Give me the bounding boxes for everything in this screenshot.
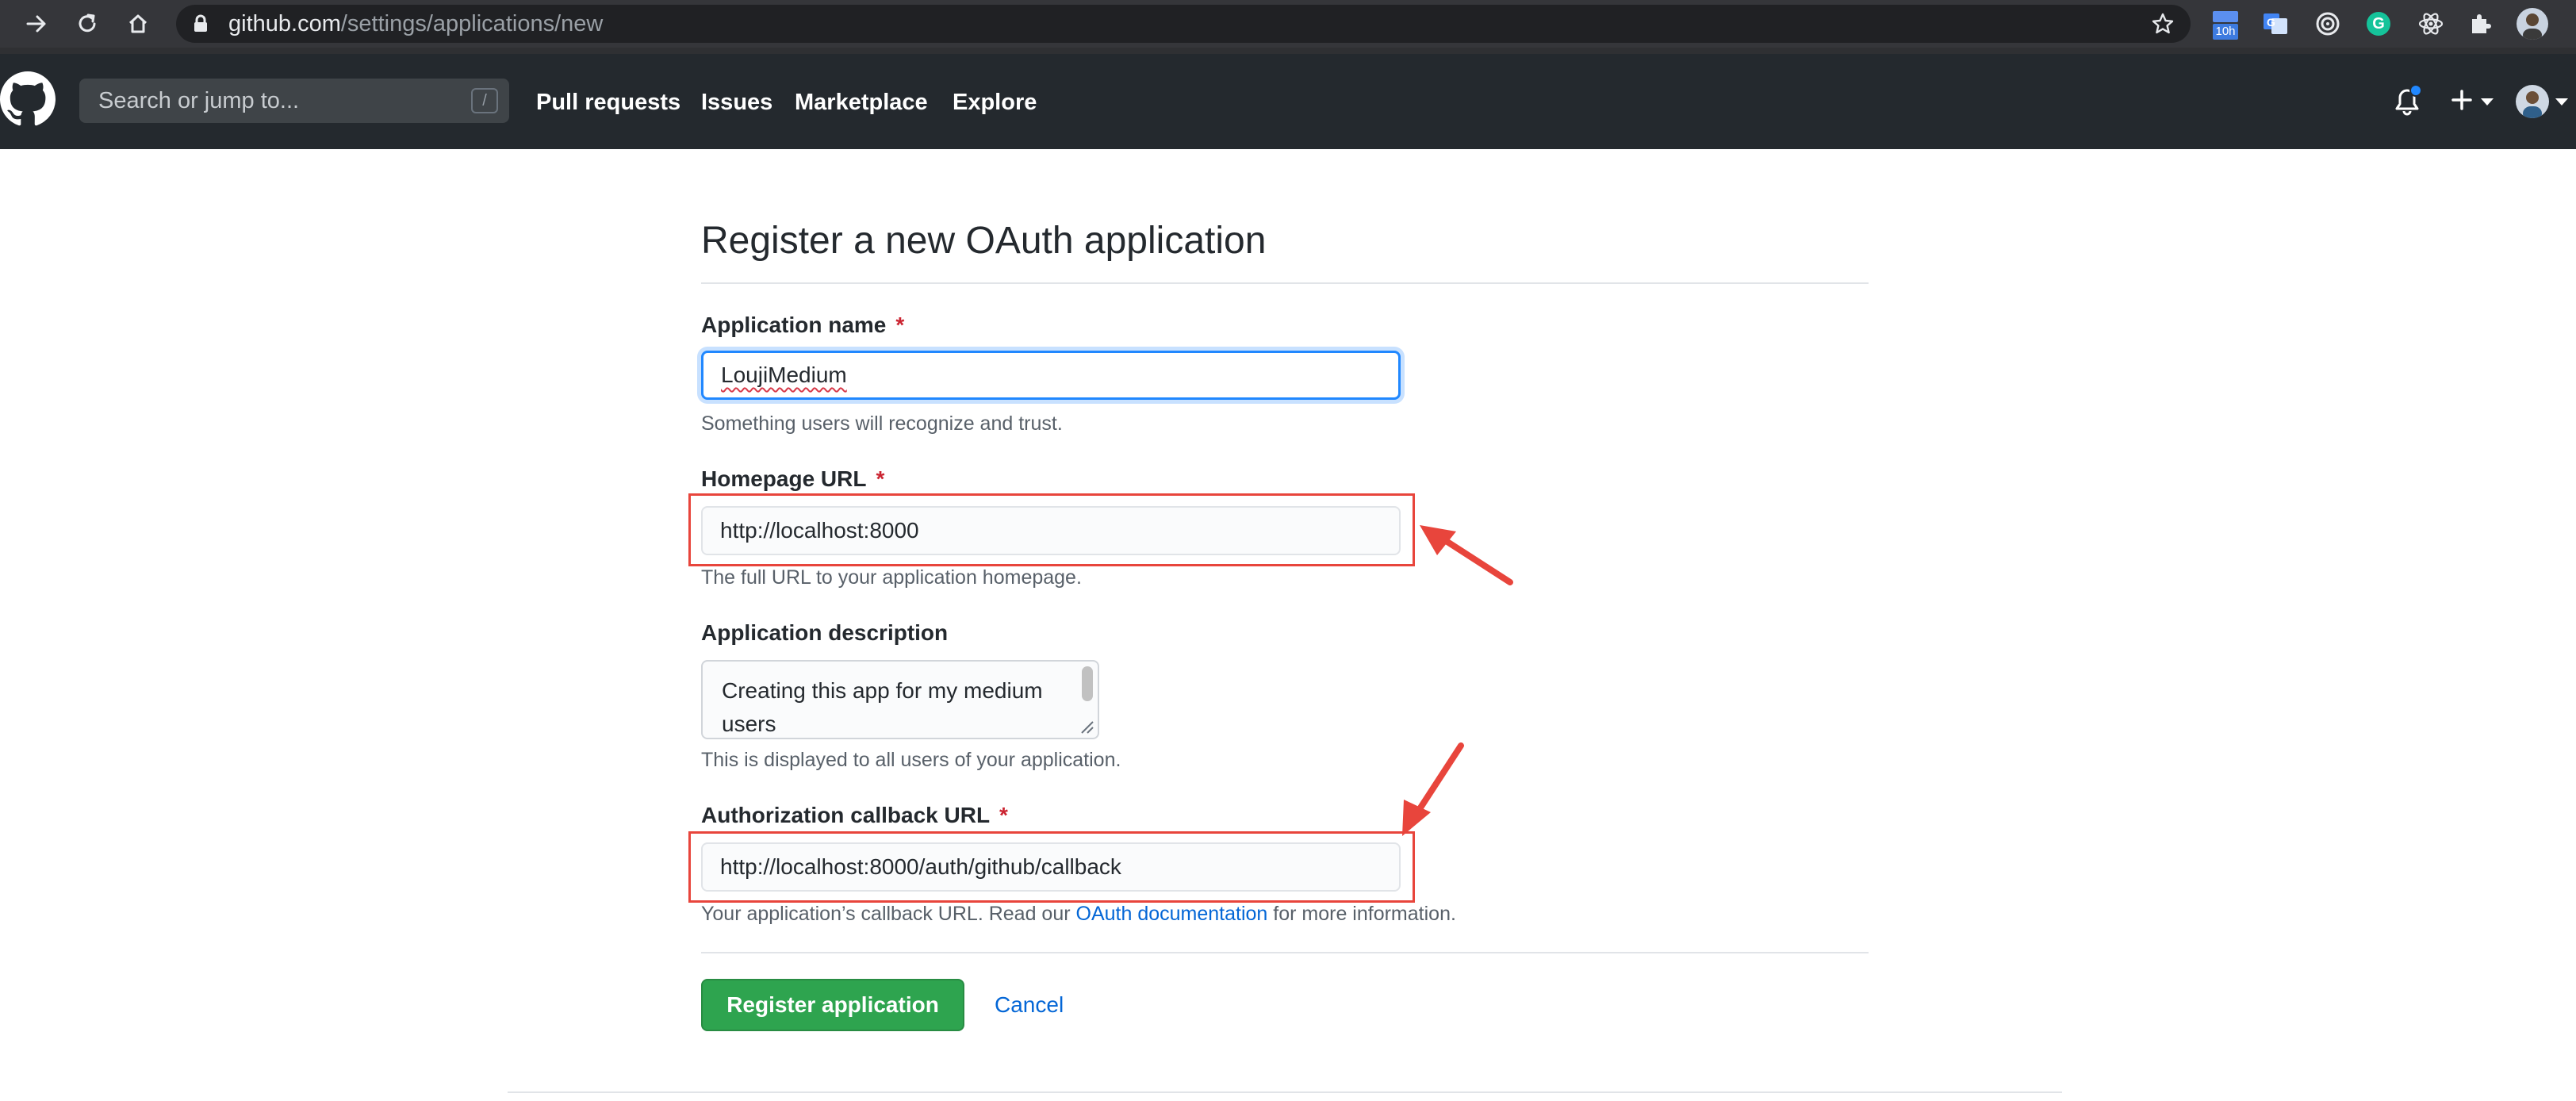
form-divider bbox=[701, 952, 1869, 953]
extension-grammarly-icon[interactable]: G bbox=[2362, 7, 2395, 40]
search-shortcut-key: / bbox=[471, 88, 498, 113]
app-description-label: Application description bbox=[701, 620, 949, 645]
homepage-url-hint: The full URL to your application homepag… bbox=[701, 566, 1082, 589]
browser-toolbar: github.com/settings/applications/new 10h… bbox=[0, 0, 2576, 48]
github-logo-icon[interactable] bbox=[0, 71, 56, 127]
footer-divider bbox=[508, 1091, 2062, 1093]
svg-text:G: G bbox=[2267, 16, 2275, 29]
resize-handle-icon[interactable] bbox=[1077, 717, 1094, 735]
avatar bbox=[2516, 85, 2549, 118]
search-placeholder: Search or jump to... bbox=[98, 88, 300, 113]
nav-pull-requests[interactable]: Pull requests bbox=[536, 54, 680, 149]
cancel-link[interactable]: Cancel bbox=[995, 979, 1064, 1031]
oauth-documentation-link[interactable]: OAuth documentation bbox=[1076, 903, 1268, 925]
extensions-puzzle-icon[interactable] bbox=[2463, 7, 2497, 40]
address-url: github.com/settings/applications/new bbox=[228, 11, 604, 36]
arrow-annotation bbox=[1420, 525, 1513, 585]
callback-url-label: Authorization callback URL * bbox=[701, 803, 1008, 827]
app-name-hint: Something users will recognize and trust… bbox=[701, 412, 1063, 435]
notification-indicator bbox=[2409, 84, 2422, 97]
extension-react-icon[interactable] bbox=[2414, 7, 2448, 40]
caret-down-icon bbox=[2481, 98, 2494, 105]
nav-marketplace[interactable]: Marketplace bbox=[795, 54, 928, 149]
create-new-button[interactable] bbox=[2451, 54, 2498, 149]
app-description-textarea[interactable]: Creating this app for my medium users bbox=[701, 660, 1099, 739]
callback-url-hint: Your application’s callback URL. Read ou… bbox=[701, 903, 1456, 925]
register-application-button[interactable]: Register application bbox=[701, 979, 964, 1031]
app-name-label: Application name * bbox=[701, 313, 905, 337]
caret-down-icon bbox=[2555, 98, 2568, 105]
lock-icon bbox=[192, 14, 209, 37]
app-description-hint: This is displayed to all users of your a… bbox=[701, 749, 1121, 771]
homepage-url-label: Homepage URL * bbox=[701, 466, 885, 491]
title-divider bbox=[701, 282, 1869, 284]
extension-target-icon[interactable] bbox=[2311, 7, 2344, 40]
arrow-annotation bbox=[1402, 742, 1464, 836]
toolbar-divider bbox=[0, 48, 2576, 54]
reload-icon[interactable] bbox=[70, 6, 105, 41]
notifications-button[interactable] bbox=[2394, 54, 2425, 149]
extension-translate-icon[interactable]: G bbox=[2259, 7, 2292, 40]
forward-icon[interactable] bbox=[19, 6, 54, 41]
annotation-box-callback bbox=[688, 831, 1415, 903]
github-header: Search or jump to... / Pull requests Iss… bbox=[0, 54, 2576, 149]
plus-icon bbox=[2451, 89, 2473, 115]
textarea-scrollbar[interactable] bbox=[1082, 666, 1093, 701]
nav-explore[interactable]: Explore bbox=[953, 54, 1037, 149]
annotation-box-homepage bbox=[688, 493, 1415, 566]
user-menu-button[interactable] bbox=[2516, 54, 2571, 149]
page-title: Register a new OAuth application bbox=[701, 220, 1267, 262]
bell-icon bbox=[2394, 84, 2422, 116]
extension-timer-icon[interactable]: 10h bbox=[2210, 8, 2241, 41]
home-icon[interactable] bbox=[121, 6, 155, 41]
app-name-field[interactable]: LoujiMedium bbox=[701, 351, 1401, 400]
search-input[interactable]: Search or jump to... / bbox=[79, 79, 509, 123]
address-bar[interactable]: github.com/settings/applications/new bbox=[176, 5, 2191, 43]
profile-avatar[interactable] bbox=[2516, 7, 2549, 40]
bookmark-star-icon[interactable] bbox=[2151, 12, 2175, 40]
nav-issues[interactable]: Issues bbox=[701, 54, 772, 149]
